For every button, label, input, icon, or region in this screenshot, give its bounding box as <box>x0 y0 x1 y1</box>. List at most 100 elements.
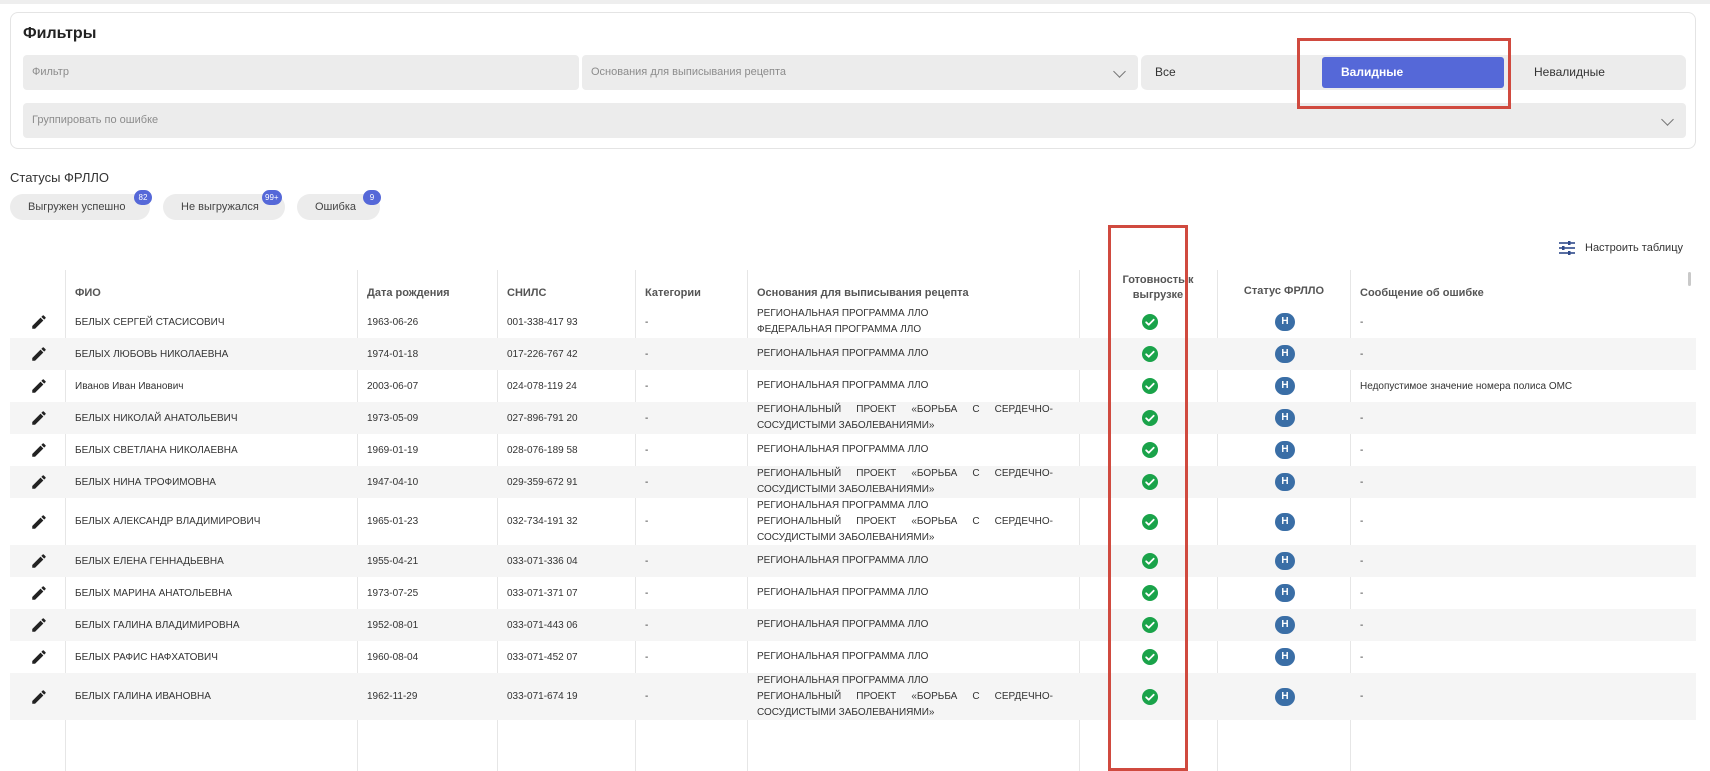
basis-line: РЕГИОНАЛЬНАЯ ПРОГРАММА ЛЛО <box>757 499 929 511</box>
pencil-icon[interactable] <box>30 552 48 570</box>
table-row[interactable]: БЕЛЫХ НИНА ТРОФИМОВНА 1947-04-10 029-359-6… <box>10 466 1696 498</box>
basis-line: РЕГИОНАЛЬНАЯ ПРОГРАММА ЛЛО <box>757 348 929 359</box>
cell-categories: - <box>645 316 649 328</box>
cell-basis: РЕГИОНАЛЬНАЯ ПРОГРАММА ЛЛО РЕГИОНАЛЬНЫЙ П… <box>748 498 1063 545</box>
column-header-dob[interactable]: Дата рождения <box>358 270 497 306</box>
pencil-icon[interactable] <box>30 345 48 363</box>
segment-invalid[interactable]: Невалидные <box>1534 55 1605 90</box>
pencil-icon[interactable] <box>30 409 48 427</box>
frllo-status-badge: Н <box>1275 687 1295 706</box>
table-row[interactable]: БЕЛЫХ СЕРГЕЙ СТАСИСОВИЧ 1963-06-26 001-338… <box>10 306 1696 338</box>
basis-line: РЕГИОНАЛЬНЫЙ ПРОЕКТ «БОРЬБА С СЕРДЕЧНО-С… <box>757 468 1053 495</box>
pencil-icon[interactable] <box>30 377 48 395</box>
pencil-icon[interactable] <box>30 513 48 531</box>
cell-snils: 033-071-674 19 <box>507 691 578 702</box>
table-row[interactable]: БЕЛЫХ ЛЮБОВЬ НИКОЛАЕВНА 1974-01-18 017-226… <box>10 338 1696 370</box>
cell-error: - <box>1360 555 1364 567</box>
table-row[interactable]: БЕЛЫХ ЕЛЕНА ГЕННАДЬЕВНА 1955-04-21 033-071… <box>10 545 1696 577</box>
cell-fio: БЕЛЫХ НИКОЛАЙ АНАТОЛЬЕВИЧ <box>75 412 238 424</box>
cell-categories: - <box>645 412 649 424</box>
cell-basis: РЕГИОНАЛЬНАЯ ПРОГРАММА ЛЛО <box>748 545 1063 577</box>
pencil-icon[interactable] <box>30 584 48 602</box>
frllo-status-badge: Н <box>1275 512 1295 531</box>
basis-select[interactable]: Основания для выписывания рецепта <box>582 55 1138 90</box>
basis-line: РЕГИОНАЛЬНЫЙ ПРОЕКТ «БОРЬБА С СЕРДЕЧНО-С… <box>757 404 1053 431</box>
cell-basis: РЕГИОНАЛЬНЫЙ ПРОЕКТ «БОРЬБА С СЕРДЕЧНО-С… <box>748 402 1063 434</box>
frllo-status-badge: Н <box>1275 409 1295 427</box>
count-badge: 99+ <box>262 190 282 205</box>
cell-categories: - <box>645 476 649 488</box>
pencil-icon[interactable] <box>30 313 48 331</box>
cell-error: - <box>1360 651 1364 663</box>
table-header: ФИО Дата рождения СНИЛС Категории Основа… <box>10 270 1696 306</box>
cell-dob: 1960-08-04 <box>367 651 419 663</box>
chevron-down-icon <box>1113 65 1126 78</box>
basis-select-placeholder: Основания для выписывания рецепта <box>591 66 787 78</box>
basis-line: РЕГИОНАЛЬНАЯ ПРОГРАММА ЛЛО <box>757 555 929 566</box>
cell-fio: БЕЛЫХ ГАЛИНА ВЛАДИМИРОВНА <box>75 619 240 631</box>
cell-snils: 029-359-672 91 <box>507 476 578 488</box>
cell-snils: 001-338-417 93 <box>507 316 578 328</box>
basis-line: РЕГИОНАЛЬНАЯ ПРОГРАММА ЛЛО <box>757 444 929 455</box>
highlight-box-ready <box>1108 225 1188 771</box>
cell-error: - <box>1360 516 1364 527</box>
cell-error: - <box>1360 444 1364 456</box>
basis-line: РЕГИОНАЛЬНЫЙ ПРОЕКТ «БОРЬБА С СЕРДЕЧНО-С… <box>757 690 1053 718</box>
cell-error: Недопустимое значение номера полиса ОМС <box>1360 380 1573 392</box>
frllo-status-badge: Н <box>1275 441 1295 459</box>
frllo-status-badge: Н <box>1275 377 1295 395</box>
cell-error: - <box>1360 348 1364 360</box>
cell-dob: 1947-04-10 <box>367 476 419 488</box>
frllo-status-badge: Н <box>1275 313 1295 331</box>
frllo-status-badge: Н <box>1275 473 1295 491</box>
table-scrollbar[interactable] <box>1688 272 1691 286</box>
column-header-fio[interactable]: ФИО <box>66 270 357 306</box>
cell-snils: 033-071-371 07 <box>507 587 578 599</box>
group-by-error-placeholder: Группировать по ошибке <box>32 114 159 126</box>
column-header-error[interactable]: Сообщение об ошибке <box>1351 270 1696 306</box>
cell-dob: 1974-01-18 <box>367 348 419 360</box>
status-chip-uploaded[interactable]: Выгружен успешно 82 <box>10 190 152 220</box>
column-header-frllo[interactable]: Статус ФРЛЛО <box>1218 270 1350 306</box>
configure-table-label: Настроить таблицу <box>1585 242 1684 254</box>
chevron-down-icon <box>1661 113 1674 126</box>
table-row[interactable]: БЕЛЫХ МАРИНА АНАТОЛЬЕВНА 1973-07-25 033-07… <box>10 577 1696 609</box>
cell-dob: 1963-06-26 <box>367 316 419 328</box>
cell-fio: БЕЛЫХ ЛЮБОВЬ НИКОЛАЕВНА <box>75 348 229 360</box>
table-row[interactable]: БЕЛЫХ СВЕТЛАНА НИКОЛАЕВНА 1969-01-19 028-0… <box>10 434 1696 466</box>
table-row[interactable]: БЕЛЫХ РАФИС НАФХАТОВИЧ 1960-08-04 033-071-… <box>10 641 1696 673</box>
column-header-snils[interactable]: СНИЛС <box>498 270 635 306</box>
table-row[interactable]: БЕЛЫХ НИКОЛАЙ АНАТОЛЬЕВИЧ 1973-05-09 027-8… <box>10 402 1696 434</box>
cell-dob: 1973-05-09 <box>367 412 419 424</box>
basis-line: РЕГИОНАЛЬНАЯ ПРОГРАММА ЛЛО <box>757 380 929 391</box>
table-row[interactable]: БЕЛЫХ АЛЕКСАНДР ВЛАДИМИРОВИЧ 1965-01-23 03… <box>10 498 1696 545</box>
column-header-basis[interactable]: Основания для выписывания рецепта <box>748 270 1079 306</box>
cell-dob: 1962-11-29 <box>367 691 418 702</box>
cell-fio: БЕЛЫХ МАРИНА АНАТОЛЬЕВНА <box>75 587 233 599</box>
table-row[interactable]: БЕЛЫХ ГАЛИНА ВЛАДИМИРОВНА 1952-08-01 033-0… <box>10 609 1696 641</box>
cell-basis: РЕГИОНАЛЬНАЯ ПРОГРАММА ЛЛО <box>748 641 1063 673</box>
pencil-icon[interactable] <box>30 473 48 491</box>
cell-categories: - <box>645 380 649 392</box>
status-chip-not-uploaded[interactable]: Не выгружался 99+ <box>163 190 285 220</box>
cell-fio: БЕЛЫХ СЕРГЕЙ СТАСИСОВИЧ <box>75 316 225 328</box>
segment-all[interactable]: Все <box>1155 55 1176 90</box>
pencil-icon[interactable] <box>30 648 48 666</box>
cell-dob: 1952-08-01 <box>367 619 419 631</box>
cell-fio: БЕЛЫХ АЛЕКСАНДР ВЛАДИМИРОВИЧ <box>75 516 261 527</box>
cell-fio: БЕЛЫХ РАФИС НАФХАТОВИЧ <box>75 651 218 663</box>
cell-basis: РЕГИОНАЛЬНЫЙ ПРОЕКТ «БОРЬБА С СЕРДЕЧНО-С… <box>748 466 1063 498</box>
pencil-icon[interactable] <box>30 688 48 706</box>
status-chip-error[interactable]: Ошибка 9 <box>297 190 381 220</box>
table-row[interactable]: БЕЛЫХ ГАЛИНА ИВАНОВНА 1962-11-29 033-071-6… <box>10 673 1696 720</box>
pencil-icon[interactable] <box>30 616 48 634</box>
cell-fio: БЕЛЫХ НИНА ТРОФИМОВНА <box>75 476 216 488</box>
frllo-status-badge: Н <box>1275 584 1295 602</box>
cell-basis: РЕГИОНАЛЬНАЯ ПРОГРАММА ЛЛО <box>748 338 1063 370</box>
pencil-icon[interactable] <box>30 441 48 459</box>
cell-fio: Иванов Иван Иванович <box>75 380 184 392</box>
column-header-categories[interactable]: Категории <box>636 270 747 306</box>
table-row[interactable]: Иванов Иван Иванович 2003-06-07 024-078-11… <box>10 370 1696 402</box>
filters-title: Фильтры <box>23 25 97 42</box>
filter-input[interactable]: Фильтр <box>23 55 579 90</box>
